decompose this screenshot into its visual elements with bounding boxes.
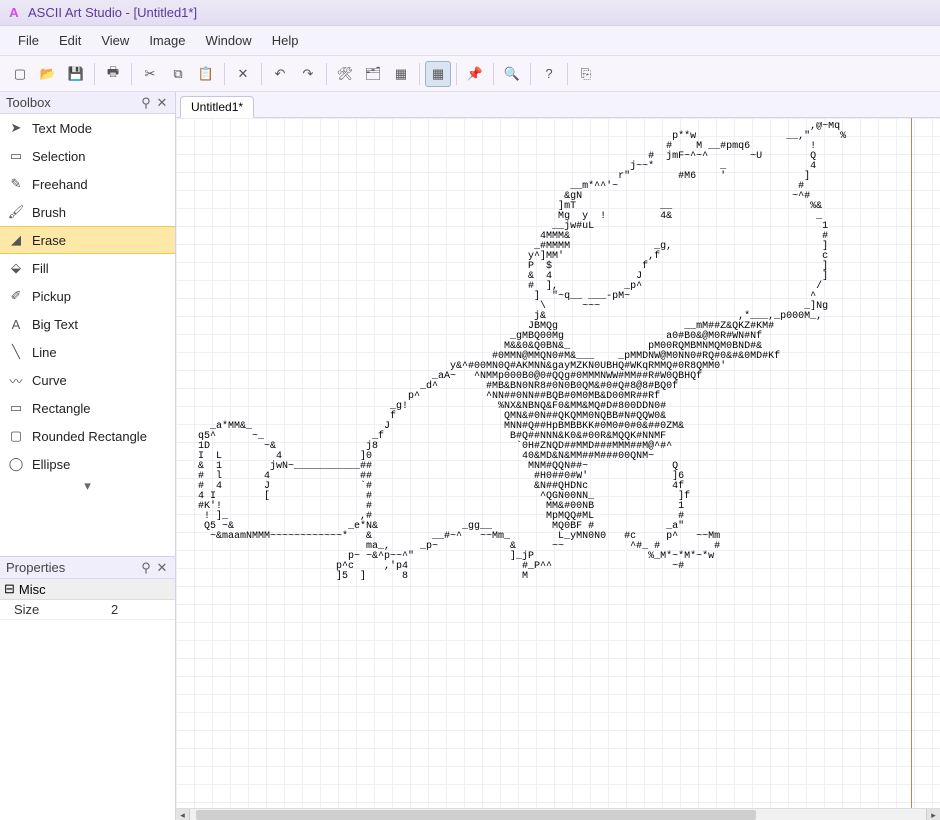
properties-title: Properties	[6, 560, 65, 575]
pin-icon[interactable]: ⚲	[139, 96, 153, 110]
copy-icon[interactable]: ⧉	[165, 61, 191, 87]
tool-bigtext-icon: A	[8, 316, 24, 332]
tool-pickup-label: Pickup	[32, 289, 71, 304]
tool-rounded-rectangle[interactable]: ▢ Rounded Rectangle	[0, 422, 175, 450]
tool-pickup[interactable]: ✐ Pickup	[0, 282, 175, 310]
toolbox-title: Toolbox	[6, 95, 51, 110]
tool-rounded-rectangle-icon: ▢	[8, 428, 24, 444]
tool-freehand-label: Freehand	[32, 177, 88, 192]
pin-icon[interactable]: ⚲	[139, 561, 153, 575]
close-icon[interactable]: ✕	[155, 561, 169, 575]
exit-icon[interactable]: ⎘	[573, 61, 599, 87]
tool-erase-icon: ◢	[8, 232, 24, 248]
redo-icon[interactable]: ↷	[295, 61, 321, 87]
save-icon[interactable]: 💾	[63, 61, 89, 87]
tool-text-mode[interactable]: ➤ Text Mode	[0, 114, 175, 142]
collapse-icon[interactable]: ⊟	[4, 581, 15, 597]
tool-rectangle-icon: ▭	[8, 400, 24, 416]
menubar: FileEditViewImageWindowHelp	[0, 26, 940, 56]
menu-help[interactable]: Help	[262, 30, 309, 51]
property-value[interactable]: 2	[105, 600, 175, 619]
tool-brush-label: Brush	[32, 205, 66, 220]
menu-view[interactable]: View	[91, 30, 139, 51]
grid-icon[interactable]: ▦	[425, 61, 451, 87]
canvas[interactable]: ,@~Mq p**w __," % #	[176, 118, 940, 820]
tool-fill[interactable]: ⬙ Fill	[0, 254, 175, 282]
tab-untitled[interactable]: Untitled1*	[180, 96, 254, 118]
properties-category-label: Misc	[19, 582, 46, 597]
open-icon[interactable]: 📂	[35, 61, 61, 87]
tool-curve[interactable]: 〰 Curve	[0, 366, 175, 394]
tool-line-label: Line	[32, 345, 57, 360]
tool-text-mode-label: Text Mode	[32, 121, 92, 136]
tool-fill-icon: ⬙	[8, 260, 24, 276]
tool-freehand[interactable]: ✎ Freehand	[0, 170, 175, 198]
tool-ellipse-label: Ellipse	[32, 457, 70, 472]
scroll-right-icon[interactable]: ▸	[926, 809, 940, 820]
folder-icon[interactable]: 🗂	[360, 61, 386, 87]
titlebar: A ASCII Art Studio - [Untitled1*]	[0, 0, 940, 26]
help-icon[interactable]: ?	[536, 61, 562, 87]
tool-text-mode-icon: ➤	[8, 120, 24, 136]
tool-rounded-rectangle-label: Rounded Rectangle	[32, 429, 147, 444]
pin-icon[interactable]: 📌	[462, 61, 488, 87]
tool-ellipse-icon: ◯	[8, 456, 24, 472]
print-icon[interactable]: 🖶	[100, 61, 126, 87]
paste-icon[interactable]: 📋	[193, 61, 219, 87]
tools-icon[interactable]: 🛠	[332, 61, 358, 87]
properties-header: Properties ⚲ ✕	[0, 557, 175, 579]
cut-icon[interactable]: ✂	[137, 61, 163, 87]
app-icon: A	[6, 5, 22, 21]
toolbox-expand-icon[interactable]: ▾	[0, 478, 175, 496]
toolbox-list: ➤ Text Mode ▭ Selection ✎ Freehand 🖌 Brush ◢ Eras…	[0, 114, 175, 556]
tool-selection-icon: ▭	[8, 148, 24, 164]
close-icon[interactable]: ✕	[155, 96, 169, 110]
window-title: ASCII Art Studio - [Untitled1*]	[28, 5, 197, 20]
tool-freehand-icon: ✎	[8, 176, 24, 192]
tool-selection-label: Selection	[32, 149, 85, 164]
undo-icon[interactable]: ↶	[267, 61, 293, 87]
menu-window[interactable]: Window	[195, 30, 261, 51]
tool-line-icon: ╲	[8, 344, 24, 360]
tool-rectangle-label: Rectangle	[32, 401, 91, 416]
zoom-icon[interactable]: 🔍	[499, 61, 525, 87]
menu-edit[interactable]: Edit	[49, 30, 91, 51]
tool-erase-label: Erase	[32, 233, 66, 248]
scroll-thumb[interactable]	[196, 810, 756, 820]
menu-file[interactable]: File	[8, 30, 49, 51]
property-row[interactable]: Size2	[0, 600, 175, 620]
tool-brush[interactable]: 🖌 Brush	[0, 198, 175, 226]
dialog-icon[interactable]: ▦	[388, 61, 414, 87]
tool-line[interactable]: ╲ Line	[0, 338, 175, 366]
properties-category[interactable]: ⊟ Misc	[0, 579, 175, 600]
tool-bigtext-label: Big Text	[32, 317, 78, 332]
menu-image[interactable]: Image	[139, 30, 195, 51]
tool-curve-icon: 〰	[8, 372, 24, 388]
tool-erase[interactable]: ◢ Erase	[0, 226, 175, 254]
tool-selection[interactable]: ▭ Selection	[0, 142, 175, 170]
tool-curve-label: Curve	[32, 373, 67, 388]
toolbox-header: Toolbox ⚲ ✕	[0, 92, 175, 114]
tool-bigtext[interactable]: A Big Text	[0, 310, 175, 338]
tool-brush-icon: 🖌	[8, 204, 24, 220]
ascii-content: ,@~Mq p**w __," % #	[180, 122, 940, 808]
delete-icon[interactable]: ✕	[230, 61, 256, 87]
tabstrip: Untitled1*	[176, 92, 940, 118]
scroll-left-icon[interactable]: ◂	[176, 809, 190, 820]
new-icon[interactable]: ▢	[7, 61, 33, 87]
property-name: Size	[0, 600, 105, 619]
horizontal-scrollbar[interactable]: ◂ ▸	[176, 808, 940, 820]
tool-ellipse[interactable]: ◯ Ellipse	[0, 450, 175, 478]
toolbar: ▢📂💾🖶✂⧉📋✕↶↷🛠🗂▦▦📌🔍?⎘	[0, 56, 940, 92]
tool-fill-label: Fill	[32, 261, 49, 276]
tool-rectangle[interactable]: ▭ Rectangle	[0, 394, 175, 422]
tool-pickup-icon: ✐	[8, 288, 24, 304]
